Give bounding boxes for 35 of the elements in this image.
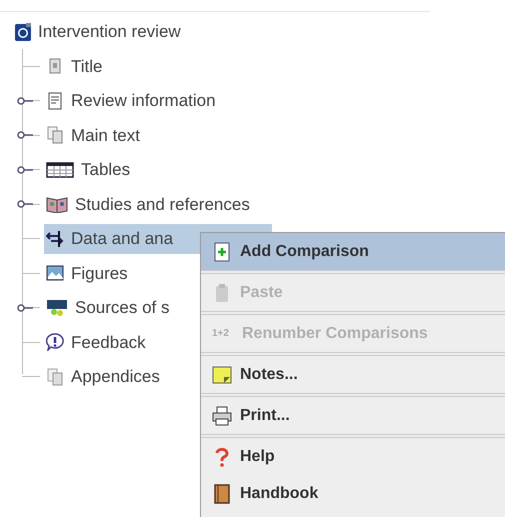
menu-item[interactable]: Notes... <box>201 356 505 393</box>
tree-item[interactable]: Studies and references <box>44 189 254 220</box>
expand-handle-icon[interactable] <box>17 304 33 312</box>
arrows-icon <box>46 230 64 248</box>
tree-item[interactable]: Appendices <box>44 362 164 392</box>
app-logo-icon <box>14 22 32 42</box>
tree-item[interactable]: Tables <box>44 154 134 185</box>
renumber-icon: 1+2 <box>212 326 234 341</box>
pages-icon <box>46 368 64 386</box>
book-icon <box>212 484 232 504</box>
tree-root-label[interactable]: Intervention review <box>38 19 181 45</box>
tree-item[interactable]: Sources of s <box>44 292 174 323</box>
tree-item[interactable]: Feedback <box>44 327 150 358</box>
speech-bubble-icon <box>46 333 64 352</box>
image-icon <box>46 264 64 282</box>
menu-item[interactable]: Handbook <box>201 475 505 512</box>
form-icon <box>46 92 64 110</box>
table-icon <box>46 160 74 179</box>
add-page-icon <box>212 242 232 262</box>
book-icon <box>46 195 68 214</box>
menu-item[interactable]: Print... <box>201 397 505 434</box>
pages-icon <box>46 126 64 144</box>
expand-handle-icon[interactable] <box>17 200 33 208</box>
note-icon <box>212 364 232 384</box>
expand-handle-icon[interactable] <box>17 131 33 140</box>
chart-board-icon <box>46 298 68 317</box>
menu-item[interactable]: Help <box>201 438 505 475</box>
tree-item[interactable]: Figures <box>44 258 132 288</box>
printer-icon <box>212 406 232 426</box>
expand-handle-icon[interactable] <box>17 96 33 105</box>
tree-item[interactable]: Main text <box>44 120 144 150</box>
menu-item[interactable]: Add Comparison <box>201 233 505 270</box>
expand-handle-icon[interactable] <box>17 166 33 174</box>
tree-item[interactable]: Title <box>44 51 106 82</box>
tree-item[interactable]: Review information <box>44 86 220 116</box>
